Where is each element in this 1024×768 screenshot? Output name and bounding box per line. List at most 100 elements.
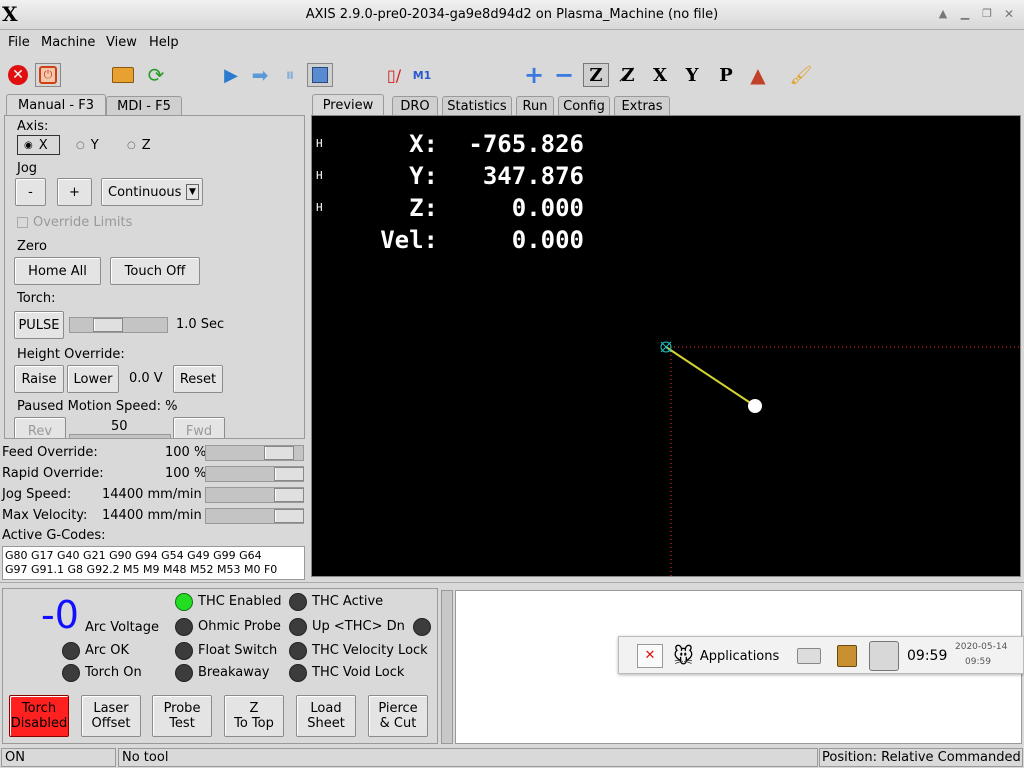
zoom-out-button[interactable]: −: [551, 61, 577, 89]
override-limits-checkbox[interactable]: Override Limits: [17, 215, 132, 230]
minimize-button[interactable]: ▁: [956, 7, 974, 23]
clear-plot-button[interactable]: 🖌: [788, 63, 814, 87]
float-switch-led: [175, 642, 193, 660]
taskbar-clock: 09:59: [907, 648, 948, 664]
menu-machine[interactable]: Machine: [41, 35, 95, 50]
open-file-button[interactable]: [110, 63, 136, 87]
applications-label: Applications: [699, 648, 780, 664]
menu-file[interactable]: File: [8, 35, 30, 50]
reset-button[interactable]: Reset: [173, 365, 223, 393]
output-scrollbar[interactable]: [441, 590, 453, 744]
paused-speed-label: Paused Motion Speed: %: [17, 399, 178, 414]
axis-x-radio[interactable]: ◉ X: [17, 135, 60, 155]
pulse-slider-thumb[interactable]: [93, 318, 123, 332]
feed-override-slider[interactable]: [205, 445, 304, 461]
max-velocity-slider[interactable]: [205, 508, 304, 524]
axis-z-radio[interactable]: ○ Z: [127, 135, 151, 155]
fwd-button[interactable]: Fwd: [173, 417, 225, 438]
feed-override-value: 100 %: [165, 445, 207, 460]
jog-speed-slider[interactable]: [205, 487, 304, 503]
jog-mode-select[interactable]: Continuous ▼: [101, 178, 203, 206]
pause-button[interactable]: ⏸: [277, 63, 303, 87]
tab-statistics[interactable]: Statistics: [442, 96, 512, 116]
menu-view[interactable]: View: [106, 35, 137, 50]
paused-speed-slider[interactable]: [69, 434, 171, 438]
block-delete-button[interactable]: ▯/: [381, 63, 407, 87]
radio-selected-icon: ◉: [24, 139, 33, 151]
book-icon[interactable]: [837, 645, 857, 667]
tab-manual[interactable]: Manual - F3: [6, 94, 106, 116]
z-to-top-button[interactable]: Z To Top: [224, 695, 284, 737]
shade-button[interactable]: ▲: [934, 7, 952, 23]
tab-mdi[interactable]: MDI - F5: [106, 96, 182, 116]
folder-icon: [112, 67, 134, 83]
view-z-button[interactable]: Z: [583, 63, 609, 87]
preview-canvas[interactable]: H X: -765.826 H Y: 347.876 H Z: 0.000 Ve…: [311, 115, 1021, 577]
feed-override-thumb[interactable]: [264, 446, 294, 460]
axis-y-radio[interactable]: ○ Y: [76, 135, 99, 155]
tab-config[interactable]: Config: [558, 96, 610, 116]
screenshot-icon[interactable]: [869, 641, 899, 671]
thc-enabled-label: THC Enabled: [198, 594, 282, 609]
jog-speed-label: Jog Speed:: [2, 487, 72, 502]
view-p-button[interactable]: P: [713, 63, 739, 87]
rapid-override-value: 100 %: [165, 466, 207, 481]
raise-button[interactable]: Raise: [14, 365, 64, 393]
rotate-view-icon[interactable]: ▲: [745, 63, 771, 87]
jog-plus-button[interactable]: +: [57, 178, 92, 206]
optional-stop-button[interactable]: M1: [409, 63, 435, 87]
applications-menu[interactable]: 🐭 Applications: [673, 643, 779, 669]
jog-speed-thumb[interactable]: [274, 488, 304, 502]
radio-icon: ○: [76, 139, 85, 151]
close-window-button[interactable]: ✕: [1000, 7, 1018, 23]
rapid-override-slider[interactable]: [205, 466, 304, 482]
tab-extras[interactable]: Extras: [614, 96, 670, 116]
run-button[interactable]: ▶: [218, 63, 244, 87]
dro-x-homed: H: [316, 137, 323, 150]
thc-enabled-led: [175, 593, 193, 611]
touch-off-button[interactable]: Touch Off: [110, 257, 200, 285]
reload-button[interactable]: ⟳: [143, 63, 169, 87]
drive-icon[interactable]: [797, 648, 821, 664]
maximize-button[interactable]: ❐: [978, 7, 996, 23]
taskbar-time-small: 09:59: [965, 657, 991, 667]
tab-preview[interactable]: Preview: [312, 94, 384, 116]
pulse-slider[interactable]: [69, 317, 168, 333]
axis-label: Axis:: [17, 119, 49, 134]
dro-y-homed: H: [316, 169, 323, 182]
axis-z-label: Z: [141, 137, 151, 153]
probe-test-button[interactable]: Probe Test: [152, 695, 212, 737]
dro-x-label: X:: [409, 130, 438, 158]
rapid-override-thumb[interactable]: [274, 467, 304, 481]
power-button[interactable]: ⏻: [35, 63, 61, 87]
laser-offset-button[interactable]: Laser Offset: [81, 695, 141, 737]
load-sheet-button[interactable]: Load Sheet: [296, 695, 356, 737]
thc-velocity-lock-label: THC Velocity Lock: [312, 643, 428, 658]
pane-divider[interactable]: [0, 582, 1024, 586]
tab-mdi-label: MDI - F5: [117, 99, 171, 114]
thc-up-dn-label: Up <THC> Dn: [312, 619, 405, 634]
estop-button[interactable]: ✕: [5, 63, 31, 87]
view-x-button[interactable]: X: [647, 63, 673, 87]
pierce-cut-button[interactable]: Pierce & Cut: [368, 695, 428, 737]
gcodes-line-2: G97 G91.1 G8 G92.2 M5 M9 M48 M52 M53 M0 …: [5, 563, 278, 576]
tab-run[interactable]: Run: [516, 96, 554, 116]
view-z2-button[interactable]: Z̸: [615, 63, 641, 87]
tab-dro[interactable]: DRO: [392, 96, 438, 116]
menu-help[interactable]: Help: [149, 35, 179, 50]
dro-vel-row: Vel: 0.000: [312, 224, 612, 256]
lower-button[interactable]: Lower: [67, 365, 119, 393]
zoom-in-button[interactable]: +: [521, 61, 547, 89]
step-button[interactable]: ➡: [247, 63, 273, 87]
thc-up-led: [289, 618, 307, 636]
stop-button[interactable]: [307, 63, 333, 87]
jog-minus-button[interactable]: -: [15, 178, 46, 206]
pulse-button[interactable]: PULSE: [14, 311, 64, 339]
rev-button[interactable]: Rev: [14, 417, 66, 438]
max-velocity-thumb[interactable]: [274, 509, 304, 523]
home-all-button[interactable]: Home All: [14, 257, 101, 285]
z-to-top-line2: To Top: [234, 716, 274, 731]
torch-disabled-button[interactable]: Torch Disabled: [9, 695, 69, 737]
close-app-icon[interactable]: ✕: [637, 644, 663, 668]
view-y-button[interactable]: Y: [679, 63, 705, 87]
